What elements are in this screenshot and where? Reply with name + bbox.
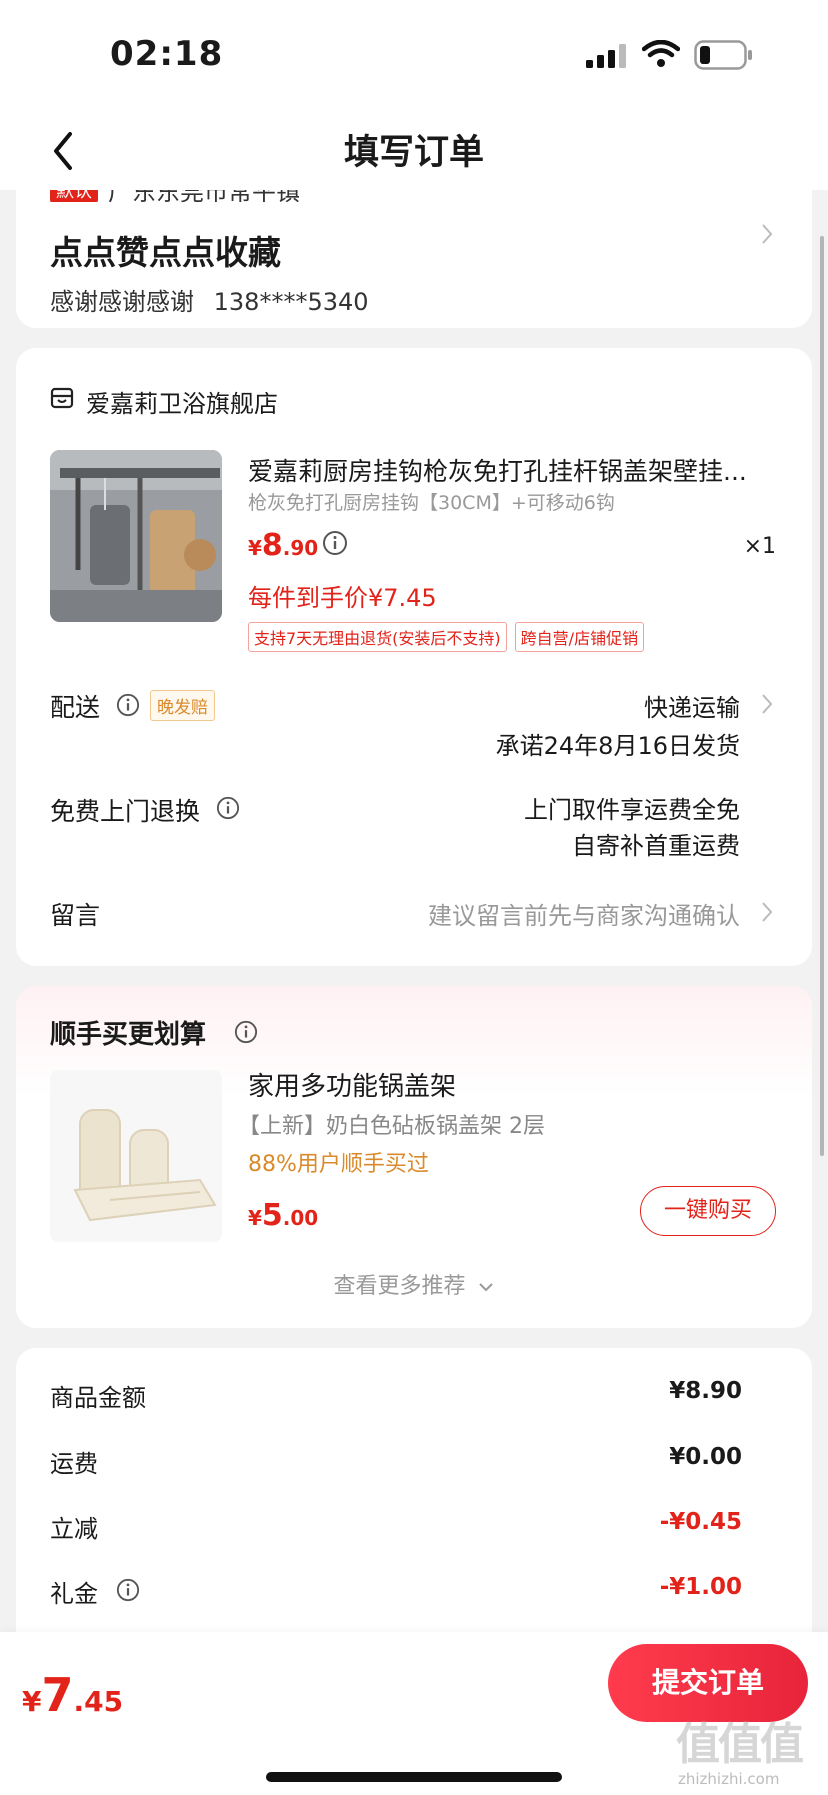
bottom-bar: ¥7.45 提交订单 值值值 zhizhizhi.com	[0, 1632, 828, 1795]
address-name: 点点赞点点收藏	[50, 233, 281, 272]
shop-icon	[50, 387, 74, 409]
wifi-icon	[642, 40, 680, 67]
recommend-price: ¥5.00	[248, 1198, 319, 1233]
chevron-right-icon	[762, 694, 773, 714]
chevron-right-icon	[762, 224, 773, 244]
signal-icon	[586, 44, 626, 68]
amount-value-gift: -¥1.00	[659, 1574, 742, 1600]
home-indicator[interactable]	[266, 1772, 562, 1782]
return-line-1: 上门取件享运费全免	[524, 796, 740, 824]
more-recommend-link[interactable]: 查看更多推荐	[16, 1268, 812, 1300]
status-time: 02:18	[110, 34, 224, 74]
recommend-product-spec: 【上新】奶白色砧板锅盖架 2层	[238, 1114, 545, 1139]
late-delivery-compensation-tag: 晚发赔	[150, 690, 215, 721]
final-price: 每件到手价¥7.45	[248, 584, 437, 612]
total-price: ¥7.45	[22, 1668, 124, 1722]
delivery-promise: 承诺24年8月16日发货	[495, 732, 740, 760]
return-line-2: 自寄补首重运费	[572, 832, 740, 860]
address-contact: 感谢感谢感谢 138****5340	[50, 282, 369, 317]
product-quantity: ×1	[743, 534, 776, 559]
return-policy-tag: 支持7天无理由退货(安装后不支持)	[248, 622, 507, 652]
product-title[interactable]: 爱嘉莉厨房挂钩枪灰免打孔挂杆锅盖架壁挂...	[248, 452, 768, 488]
amount-card: 商品金额 ¥8.90 运费 ¥0.00 立减 -¥0.45 礼金 -¥1.00	[16, 1348, 812, 1648]
battery-icon	[694, 40, 752, 70]
promotion-tag: 跨自营/店铺促销	[514, 622, 645, 652]
chevron-down-icon	[478, 1283, 493, 1292]
product-image[interactable]	[50, 450, 222, 622]
amount-value-discount: -¥0.45	[659, 1509, 742, 1535]
amount-value-goods: ¥8.90	[669, 1378, 742, 1404]
amount-label-gift: 礼金	[50, 1580, 98, 1608]
delivery-method[interactable]: 快递运输	[644, 688, 740, 723]
amount-value-shipping: ¥0.00	[669, 1444, 742, 1470]
shop-name[interactable]: 爱嘉莉卫浴旗舰店	[86, 384, 278, 419]
page-title: 填写订单	[343, 133, 484, 173]
product-spec[interactable]: 枪灰免打孔厨房挂钩【30CM】+可移动6钩	[248, 488, 615, 515]
watermark-url: zhizhizhi.com	[678, 1770, 780, 1788]
product-price: ¥8.90	[248, 528, 319, 563]
info-icon[interactable]	[116, 1578, 140, 1602]
watermark: 值值值	[676, 1719, 804, 1770]
amount-label-goods: 商品金额	[50, 1384, 146, 1412]
info-icon[interactable]	[216, 796, 240, 820]
status-bar: 02:18	[0, 0, 828, 110]
recommend-card: 顺手买更划算 家用多功能锅盖架 【上新】奶白色砧板锅盖架 2层 88%用户顺手买…	[16, 986, 812, 1328]
recommend-title: 顺手买更划算	[50, 1020, 207, 1050]
recommend-product-name[interactable]: 家用多功能锅盖架	[248, 1066, 456, 1103]
contact-phone: 138****5340	[213, 288, 369, 316]
contact-name: 感谢感谢感谢	[50, 288, 194, 316]
delivery-label: 配送	[50, 693, 101, 722]
more-recommend-label: 查看更多推荐	[333, 1274, 466, 1299]
order-card: 爱嘉莉卫浴旗舰店 爱嘉莉厨房挂钩枪灰免打孔挂杆锅盖架壁挂... 枪灰免打孔厨房挂…	[16, 348, 812, 966]
message-input[interactable]: 建议留言前先与商家沟通确认	[428, 896, 740, 931]
message-label: 留言	[50, 901, 101, 930]
free-return-label: 免费上门退换	[50, 797, 201, 826]
recommend-buy-rate: 88%用户顺手买过	[248, 1152, 429, 1177]
one-click-buy-button[interactable]: 一键购买	[640, 1186, 776, 1236]
info-icon[interactable]	[234, 1020, 258, 1044]
amount-label-discount: 立减	[50, 1515, 98, 1543]
product-tags: 支持7天无理由退货(安装后不支持) 跨自营/店铺促销	[248, 622, 645, 652]
info-icon[interactable]	[116, 693, 140, 717]
scrollbar[interactable]	[820, 236, 824, 1156]
nav-bar: 填写订单	[0, 110, 828, 190]
recommend-product-image[interactable]	[50, 1070, 222, 1242]
chevron-right-icon	[762, 902, 773, 922]
amount-label-shipping: 运费	[50, 1450, 98, 1478]
info-icon[interactable]	[322, 530, 348, 556]
